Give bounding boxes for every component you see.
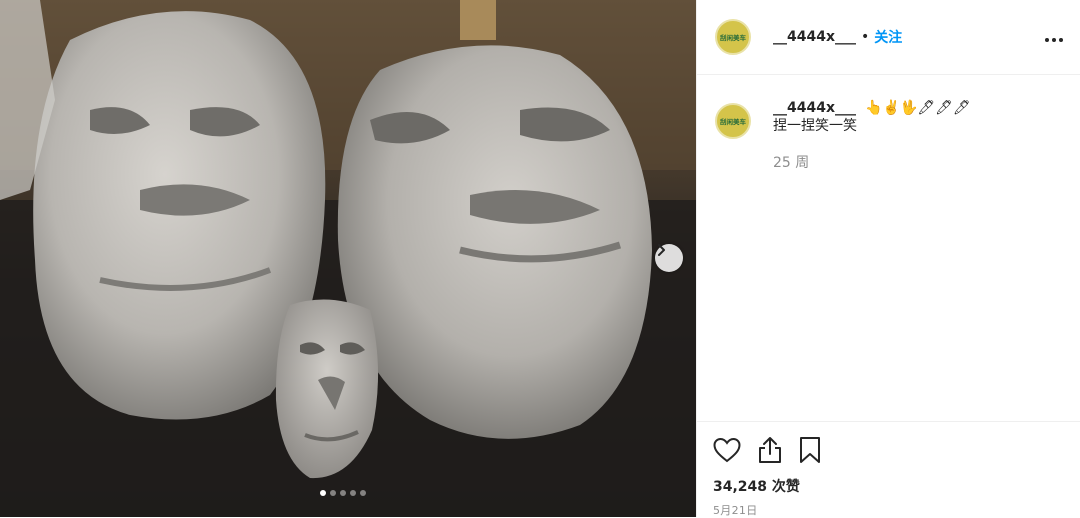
action-icons — [713, 430, 1064, 470]
caption-comment: 刮闲美车 __4444x___ 👆✌️🖖🖊🖊🖊 捏一捏笑一笑 25 周 — [715, 100, 1064, 172]
carousel-dot-4 — [350, 490, 356, 496]
more-options-icon[interactable] — [1044, 27, 1064, 48]
separator-dot: • — [861, 29, 870, 45]
avatar-logo-text: 刮闲美车 — [720, 118, 746, 126]
like-button[interactable] — [713, 437, 741, 463]
instagram-post: 刮闲美车 __4444x___ • 关注 刮闲美车 __4444x___ 👆✌️… — [0, 0, 1080, 517]
post-actions: 34,248 次赞 5月21日 — [697, 421, 1080, 517]
avatar-logo-text: 刮闲美车 — [720, 34, 746, 42]
caption-timestamp[interactable]: 25 周 — [773, 152, 971, 172]
avatar[interactable]: 刮闲美车 — [715, 19, 751, 55]
bookmark-icon — [800, 437, 820, 463]
carousel-dot-1 — [320, 490, 326, 496]
next-photo-button[interactable] — [655, 244, 683, 272]
caption-text: 捏一捏笑一笑 — [773, 118, 857, 134]
like-count[interactable]: 34,248 次赞 — [713, 476, 1064, 496]
post-side-panel: 刮闲美车 __4444x___ • 关注 刮闲美车 __4444x___ 👆✌️… — [696, 0, 1080, 517]
share-icon — [759, 437, 781, 463]
post-photo[interactable] — [0, 0, 696, 517]
caption-username[interactable]: __4444x___ — [773, 100, 856, 116]
save-button[interactable] — [799, 436, 821, 464]
username-link[interactable]: __4444x___ — [773, 29, 856, 45]
heart-icon — [713, 437, 741, 463]
follow-button[interactable]: 关注 — [874, 27, 902, 47]
comments-area: 刮闲美车 __4444x___ 👆✌️🖖🖊🖊🖊 捏一捏笑一笑 25 周 — [697, 75, 1080, 421]
carousel-dot-2 — [330, 490, 336, 496]
post-date[interactable]: 5月21日 — [713, 502, 1064, 518]
share-button[interactable] — [757, 436, 783, 464]
post-header: 刮闲美车 __4444x___ • 关注 — [697, 0, 1080, 75]
chevron-right-icon — [658, 244, 665, 256]
caption-avatar[interactable]: 刮闲美车 — [715, 103, 751, 139]
caption-emojis: 👆✌️🖖🖊🖊🖊 — [865, 100, 971, 116]
carousel-dot-5 — [360, 490, 366, 496]
clay-faces-image — [0, 0, 696, 517]
carousel-dot-3 — [340, 490, 346, 496]
carousel-indicator — [320, 490, 366, 496]
caption-body: __4444x___ 👆✌️🖖🖊🖊🖊 捏一捏笑一笑 25 周 — [773, 97, 971, 172]
